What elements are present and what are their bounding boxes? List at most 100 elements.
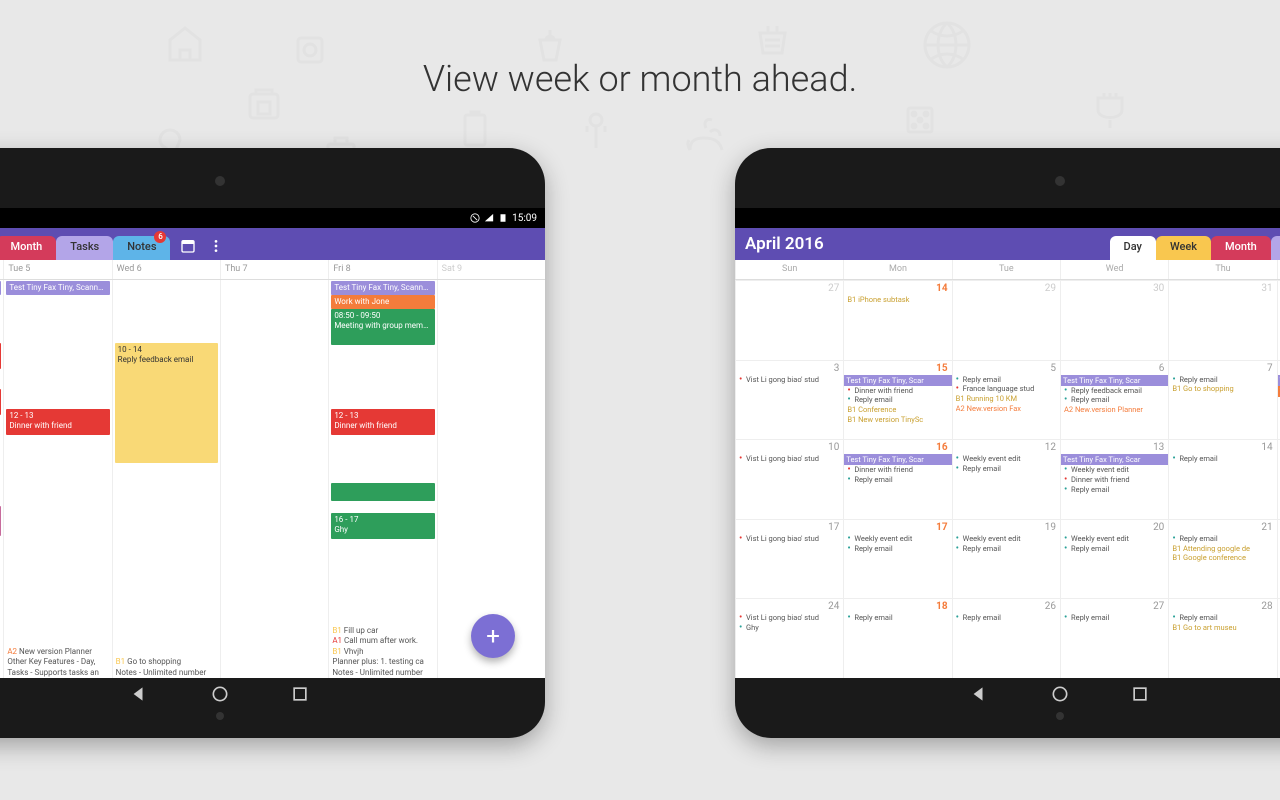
month-event[interactable]: Ghy	[739, 623, 840, 633]
month-cell[interactable]: 29	[952, 281, 1060, 360]
month-event[interactable]: B1 New version TinySc	[847, 415, 948, 425]
month-cell[interactable]: 7Reply emailB1 Go to shopping	[1168, 361, 1276, 440]
month-cell[interactable]: 17Vist Li gong biao' stud	[735, 520, 843, 599]
nav-home-icon[interactable]	[210, 684, 230, 704]
month-event[interactable]: Reply email	[1064, 613, 1165, 623]
event-block[interactable]: 16 - 17Ghy	[331, 513, 434, 539]
month-cell[interactable]: 27	[735, 281, 843, 360]
event-block[interactable]	[331, 483, 434, 501]
event-banner[interactable]: Test Tiny Fax Tiny, Scar	[1061, 375, 1168, 386]
month-event[interactable]: Reply email	[1064, 544, 1165, 554]
month-event[interactable]: Dinner with friend	[847, 465, 948, 475]
month-cell[interactable]: 19Weekly event editReply email	[952, 520, 1060, 599]
tab-day[interactable]: Day	[1110, 236, 1156, 260]
tab-notes[interactable]: Notes6	[113, 236, 170, 260]
nav-back-icon[interactable]	[130, 684, 150, 704]
event-block[interactable]: Scanner,Pla...	[0, 281, 1, 295]
month-event[interactable]: Reply email	[1172, 613, 1273, 623]
tab-month[interactable]: Month	[1211, 236, 1271, 260]
tab-tasks[interactable]: Tasks	[1271, 236, 1280, 260]
month-event[interactable]: Reply email	[956, 464, 1057, 474]
event-banner[interactable]: Test Tiny Fax Tiny, Scar	[844, 375, 951, 386]
nav-recent-icon[interactable]	[290, 684, 310, 704]
fab-add[interactable]: +	[471, 614, 515, 658]
event-block[interactable]	[0, 343, 1, 369]
month-event[interactable]: B1 Google conference	[1172, 553, 1273, 563]
event-banner[interactable]: Test Tiny Fax Tiny, Scar	[844, 454, 951, 465]
month-cell[interactable]: 13Test Tiny Fax Tiny, ScarWeekly event e…	[1060, 440, 1168, 519]
month-cell[interactable]: 31	[1168, 281, 1276, 360]
month-event[interactable]: Reply email	[1064, 485, 1165, 495]
month-cell[interactable]: 14B1 iPhone subtask	[843, 281, 951, 360]
nav-back-icon[interactable]	[970, 684, 990, 704]
event-banner[interactable]: Test Tiny Fax Tiny, Scar	[1061, 454, 1168, 465]
month-cell[interactable]: 20Weekly event editReply email	[1060, 520, 1168, 599]
month-cell[interactable]: Test Tiny Fax Tiny, ScarWork with JoneDi…	[1277, 361, 1280, 440]
month-event[interactable]: Reply email	[847, 475, 948, 485]
month-event[interactable]: Reply email	[956, 613, 1057, 623]
event-block[interactable]: 08:50 - 09:50Meeting with group member	[331, 309, 434, 345]
month-event[interactable]: Reply email	[956, 375, 1057, 385]
month-event[interactable]: Reply email	[847, 613, 948, 623]
event-block[interactable]: 12 - 13Dinner with friend	[331, 409, 434, 435]
month-cell[interactable]: 18Reply email	[843, 599, 951, 678]
calendar-icon[interactable]	[180, 238, 196, 254]
tab-month[interactable]: Month	[0, 236, 56, 260]
month-event[interactable]: Weekly event edit	[956, 534, 1057, 544]
month-cell[interactable]: Dinner with friendReply emailB1 Redesign…	[1277, 281, 1280, 360]
event-block[interactable]: 15:30 - 16:30France language study	[0, 506, 1, 536]
month-event[interactable]: A2 New.version Planner	[1064, 405, 1165, 415]
month-cell[interactable]: 27Reply email	[1060, 599, 1168, 678]
month-cell[interactable]: Dinner with friendReply emailGh	[1277, 440, 1280, 519]
month-cell[interactable]: Dinner with friendReply email	[1277, 520, 1280, 599]
event-block[interactable]: Test Tiny Fax Tiny, Scanner,Pla...	[331, 281, 434, 295]
month-event[interactable]: B1 Go to shopping	[1172, 384, 1273, 394]
month-event[interactable]: Vist Li gong biao' stud	[739, 454, 840, 464]
month-event[interactable]: Vist Li gong biao' stud	[739, 534, 840, 544]
month-event[interactable]: Reply email	[847, 544, 948, 554]
month-cell[interactable]: 5Reply emailFrance language studB1 Runni…	[952, 361, 1060, 440]
month-event[interactable]: A2 New.version Fax	[956, 404, 1057, 414]
month-cell[interactable]: 15Test Tiny Fax Tiny, ScarDinner with fr…	[843, 361, 951, 440]
month-event[interactable]: B1 Conference	[847, 405, 948, 415]
month-event[interactable]: Dinner with friend	[1064, 475, 1165, 485]
month-event[interactable]: Reply email	[1172, 454, 1273, 464]
tab-week[interactable]: Week	[1156, 236, 1211, 260]
week-column[interactable]: Test Tiny Fax Tiny, Scanner,Pla... 12 - 1…	[3, 280, 111, 678]
month-cell[interactable]: 26Reply email	[952, 599, 1060, 678]
month-cell[interactable]: 21Reply emailB1 Attending google deB1 Go…	[1168, 520, 1276, 599]
month-event[interactable]: Reply email	[1064, 395, 1165, 405]
month-event[interactable]: Dinner with friend	[847, 386, 948, 396]
month-event[interactable]: B1 Go to art museu	[1172, 623, 1273, 633]
month-cell[interactable]: 12Weekly event editReply email	[952, 440, 1060, 519]
month-event[interactable]: Weekly event edit	[1064, 465, 1165, 475]
nav-recent-icon[interactable]	[1130, 684, 1150, 704]
month-event[interactable]: Weekly event edit	[956, 454, 1057, 464]
month-event[interactable]: Weekly event edit	[1064, 534, 1165, 544]
month-event[interactable]: Reply email	[1172, 534, 1273, 544]
month-cell[interactable]: Reply email	[1277, 599, 1280, 678]
month-cell[interactable]: 24Vist Li gong biao' studGhy	[735, 599, 843, 678]
month-cell[interactable]: 16Test Tiny Fax Tiny, ScarDinner with fr…	[843, 440, 951, 519]
month-event[interactable]: Reply email	[956, 544, 1057, 554]
month-event[interactable]: Vist Li gong biao' stud	[739, 613, 840, 623]
event-block[interactable]	[0, 389, 1, 415]
event-block[interactable]: Test Tiny Fax Tiny, Scanner,Pla...	[6, 281, 109, 295]
month-event[interactable]: Reply email	[1172, 375, 1273, 385]
nav-home-icon[interactable]	[1050, 684, 1070, 704]
more-icon[interactable]	[208, 238, 224, 254]
month-event[interactable]: Reply feedback email	[1064, 386, 1165, 396]
event-block[interactable]: 10 - 14Reply feedback email	[115, 343, 218, 463]
month-event[interactable]: Reply email	[847, 395, 948, 405]
week-column[interactable]: Test Tiny Fax Tiny, Scanner,Pla...Work w…	[328, 280, 436, 678]
month-cell[interactable]: 10Vist Li gong biao' stud	[735, 440, 843, 519]
month-cell[interactable]: 3Vist Li gong biao' stud	[735, 361, 843, 440]
month-cell[interactable]: 28Reply emailB1 Go to art museu	[1168, 599, 1276, 678]
week-column[interactable]: 10 - 14Reply feedback emailB1 Go to shop…	[112, 280, 220, 678]
event-block[interactable]: Work with Jone	[331, 295, 434, 309]
week-column[interactable]	[220, 280, 328, 678]
month-event[interactable]: France language stud	[956, 384, 1057, 394]
event-block[interactable]: 12 - 13Dinner with friend	[6, 409, 109, 435]
month-cell[interactable]: 30	[1060, 281, 1168, 360]
month-event[interactable]: B1 Running 10 KM	[956, 394, 1057, 404]
